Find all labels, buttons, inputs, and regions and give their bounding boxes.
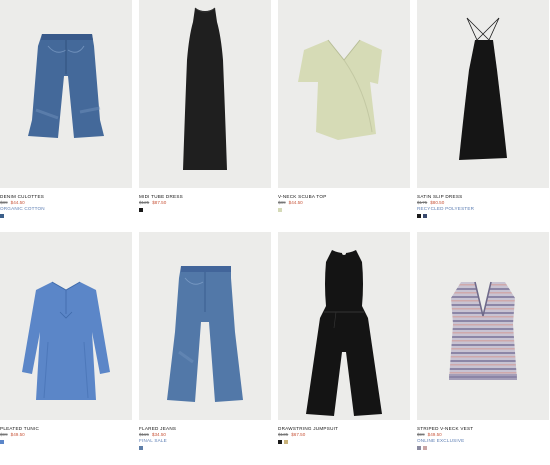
- product-card[interactable]: DRAWSTRING JUMPSUIT $135 $67.50: [278, 232, 410, 444]
- striped-vest-image[interactable]: [417, 232, 549, 420]
- color-swatches: [0, 440, 132, 444]
- sale-price: $49.50: [427, 432, 442, 437]
- product-card[interactable]: DENIM CULOTTES $89 $44.50 ORGANIC COTTON: [0, 0, 132, 218]
- pleated-tunic-image[interactable]: [0, 232, 132, 420]
- denim-culottes-image[interactable]: [0, 0, 132, 188]
- original-price: $89: [0, 200, 8, 205]
- original-price: $175: [417, 200, 428, 205]
- color-swatches: [139, 446, 271, 450]
- sale-price: $67.50: [291, 432, 306, 437]
- v-neck-scuba-top-image[interactable]: [278, 0, 410, 188]
- product-card[interactable]: STRIPED V-NECK VEST $99 $49.50 ONLINE EXC…: [417, 232, 549, 450]
- color-swatch[interactable]: [417, 446, 421, 450]
- midi-tube-dress-image[interactable]: [139, 0, 271, 188]
- product-card[interactable]: V-NECK SCUBA TOP $89 $44.50: [278, 0, 410, 212]
- product-card[interactable]: PLEATED TUNIC $99 $49.50: [0, 232, 132, 444]
- color-swatches: [0, 214, 132, 218]
- product-tag: RECYCLED POLYESTER: [417, 206, 475, 211]
- color-swatch[interactable]: [284, 440, 288, 444]
- color-swatch[interactable]: [417, 214, 421, 218]
- satin-slip-dress-image[interactable]: [417, 0, 549, 188]
- product-tag: ORGANIC COTTON: [0, 206, 45, 211]
- color-swatches: [417, 214, 549, 218]
- product-card[interactable]: MIDI TUBE DRESS $125 $87.50: [139, 0, 271, 212]
- original-price: $99: [0, 432, 8, 437]
- color-swatches: [417, 446, 549, 450]
- sale-price: $80.50: [430, 200, 445, 205]
- color-swatch[interactable]: [423, 214, 427, 218]
- product-price: $135 $67.50: [278, 432, 410, 438]
- original-price: $125: [139, 200, 150, 205]
- original-price: $89: [278, 200, 286, 205]
- product-tag: FINAL SALE: [139, 438, 167, 443]
- product-tag: ONLINE EXCLUSIVE: [417, 438, 465, 443]
- product-card[interactable]: FLARED JEANS $115 $34.50 FINAL SALE: [139, 232, 271, 450]
- product-price: $99 $49.50: [0, 432, 132, 438]
- color-swatches: [139, 208, 271, 212]
- original-price: $99: [417, 432, 425, 437]
- color-swatch[interactable]: [0, 440, 4, 444]
- color-swatch[interactable]: [278, 208, 282, 212]
- color-swatch[interactable]: [0, 214, 4, 218]
- color-swatches: [278, 440, 410, 444]
- product-card[interactable]: SATIN SLIP DRESS $175 $80.50 RECYCLED POL…: [417, 0, 549, 218]
- color-swatches: [278, 208, 410, 212]
- color-swatch[interactable]: [139, 208, 143, 212]
- product-price: $89 $44.50: [278, 200, 410, 206]
- color-swatch[interactable]: [139, 446, 143, 450]
- color-swatch[interactable]: [423, 446, 427, 450]
- original-price: $135: [278, 432, 289, 437]
- product-price: $125 $87.50: [139, 200, 271, 206]
- sale-price: $44.50: [288, 200, 303, 205]
- original-price: $115: [139, 432, 149, 437]
- sale-price: $49.50: [10, 432, 25, 437]
- drawstring-jumpsuit-image[interactable]: [278, 232, 410, 420]
- product-grid: DENIM CULOTTES $89 $44.50 ORGANIC COTTON …: [0, 0, 550, 465]
- sale-price: $44.50: [10, 200, 25, 205]
- sale-price: $34.50: [151, 432, 166, 437]
- flared-jeans-image[interactable]: [139, 232, 271, 420]
- sale-price: $87.50: [152, 200, 167, 205]
- color-swatch[interactable]: [278, 440, 282, 444]
